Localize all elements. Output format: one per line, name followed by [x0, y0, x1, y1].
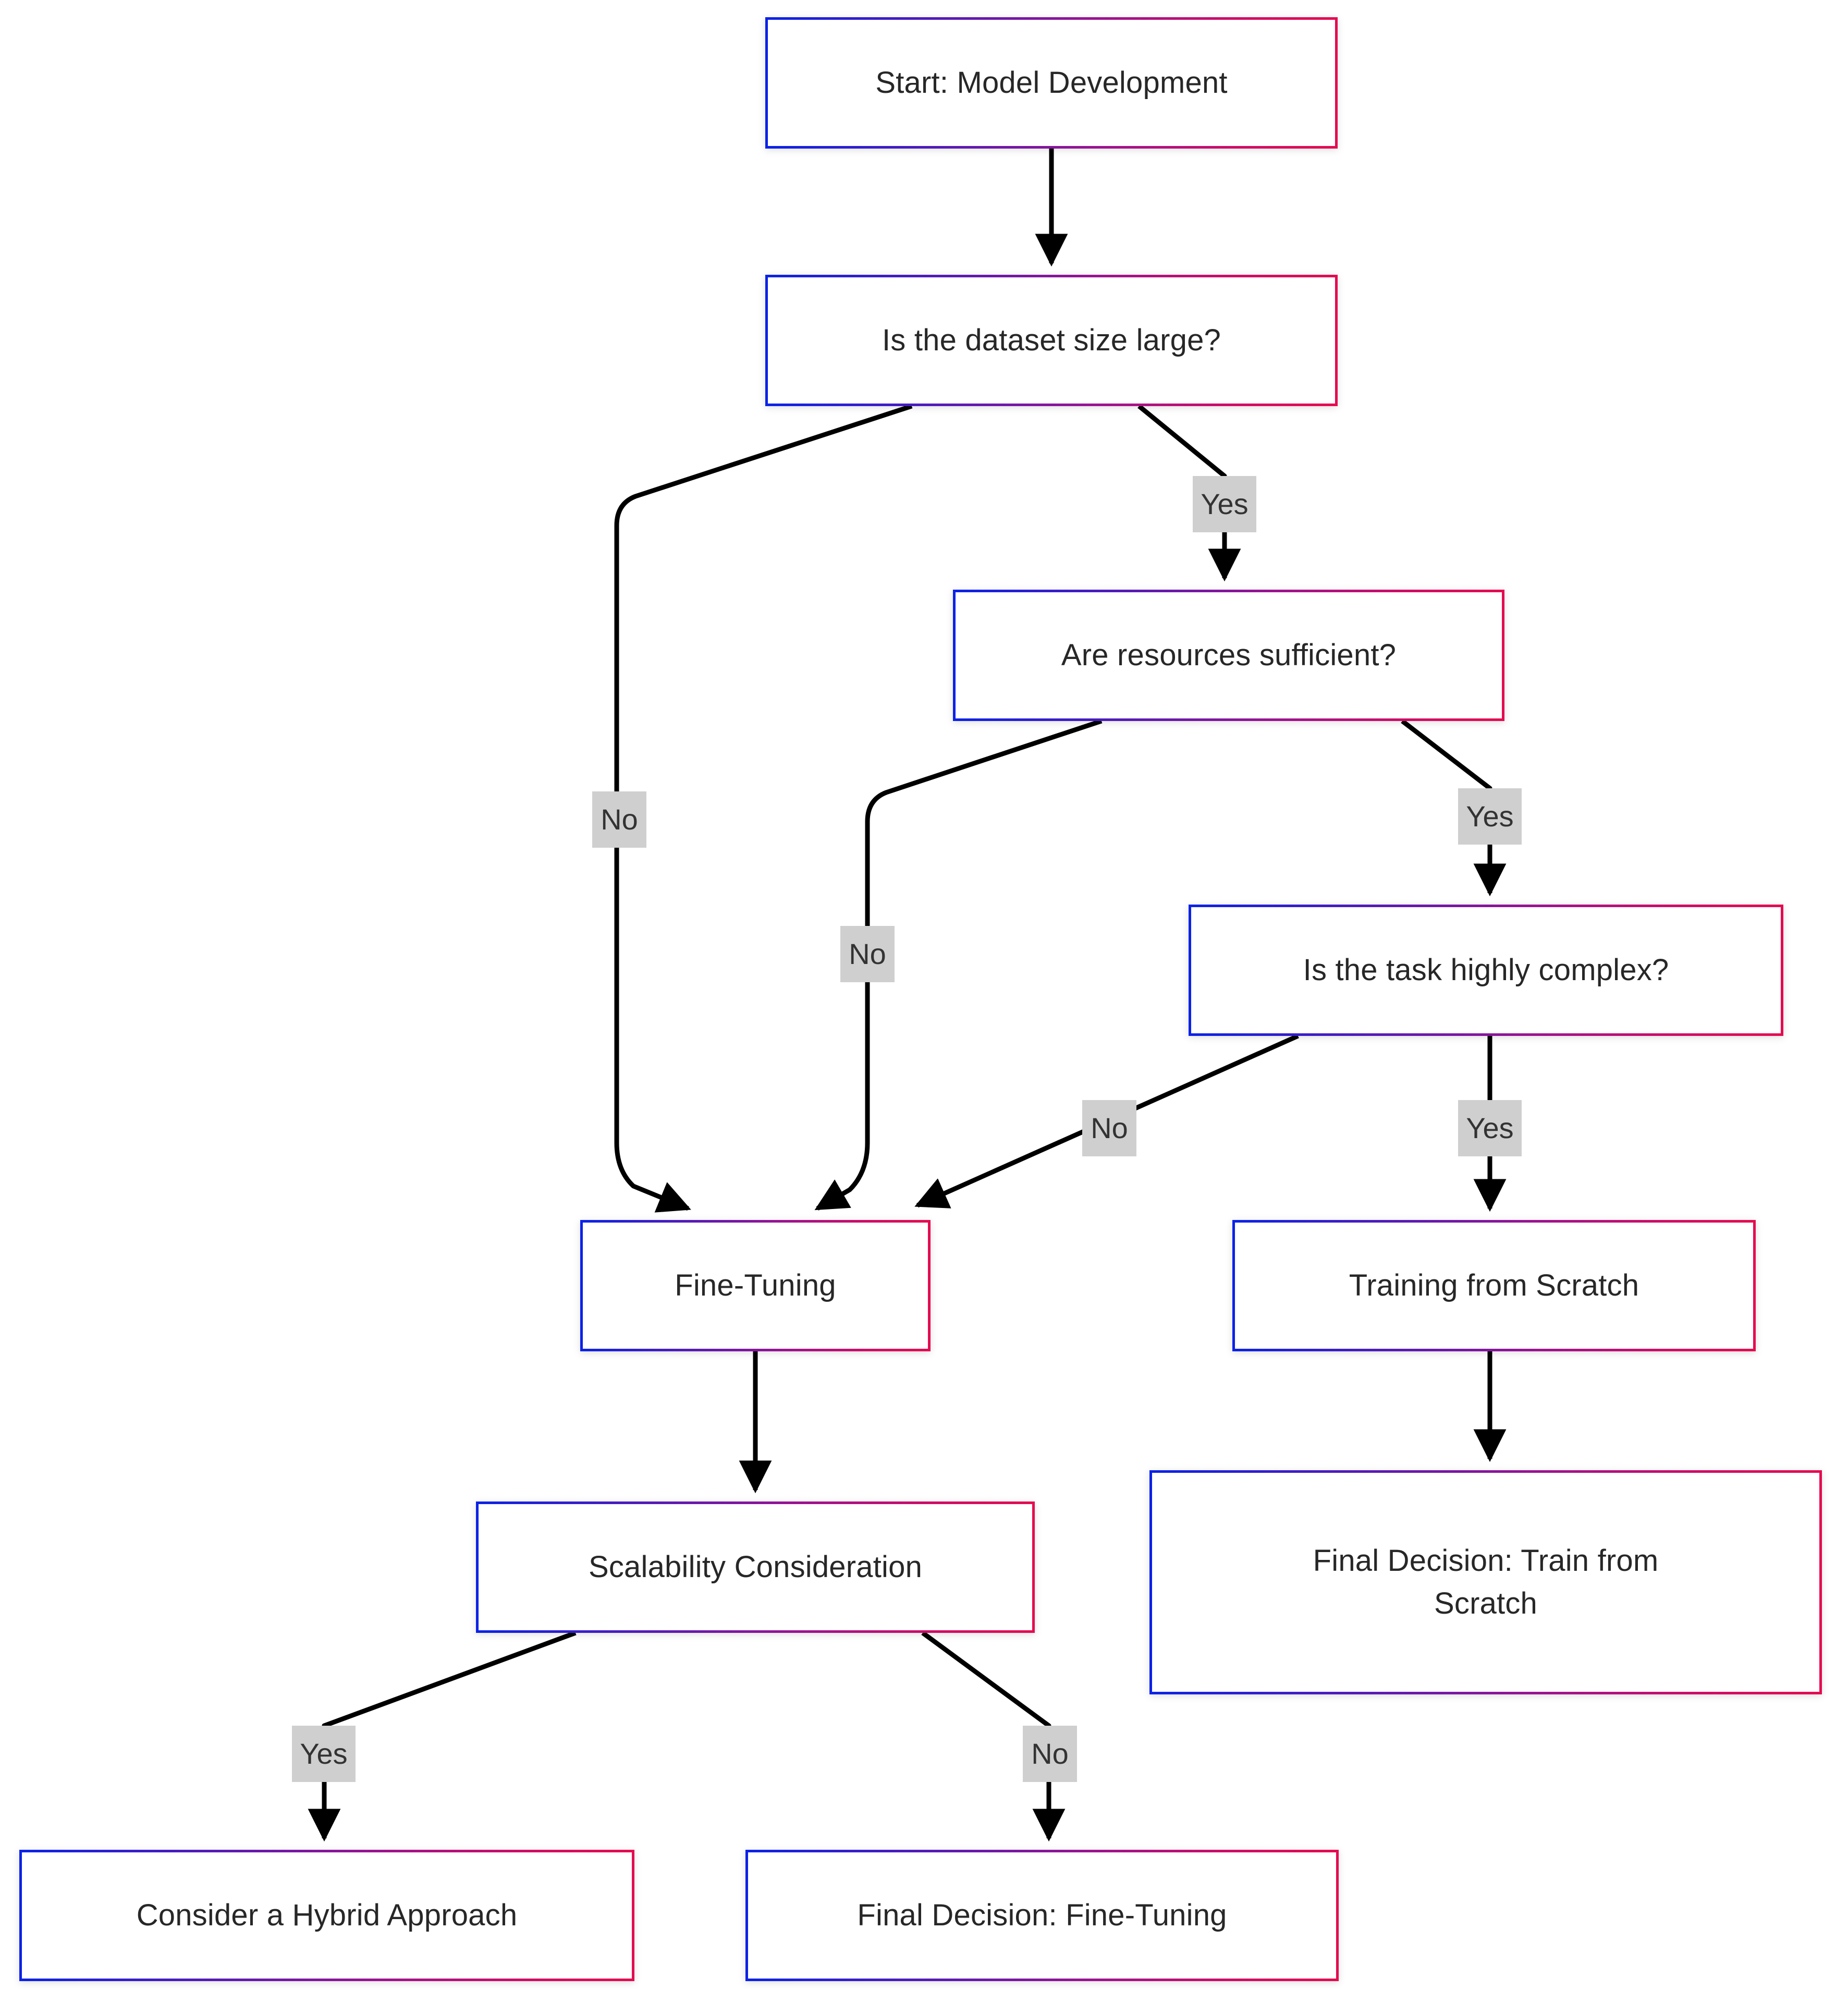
node-fine-tuning-label: Fine-Tuning: [675, 1268, 836, 1302]
node-fine-tuning[interactable]: Fine-Tuning: [580, 1220, 931, 1351]
node-training-from-scratch-label: Training from Scratch: [1349, 1268, 1639, 1302]
edge-label-resources-no: No: [840, 926, 895, 982]
node-are-resources-sufficient[interactable]: Are resources sufficient?: [953, 590, 1504, 721]
edge-label-scalability-no: No: [1023, 1726, 1077, 1782]
node-is-dataset-size-large[interactable]: Is the dataset size large?: [765, 275, 1338, 406]
node-training-from-scratch[interactable]: Training from Scratch: [1232, 1220, 1756, 1351]
node-consider-hybrid-approach[interactable]: Consider a Hybrid Approach: [19, 1850, 634, 1981]
node-start-label: Start: Model Development: [875, 65, 1228, 100]
node-final-decision-fine-tuning-label: Final Decision: Fine-Tuning: [857, 1898, 1227, 1932]
node-scalability-consideration[interactable]: Scalability Consideration: [476, 1502, 1035, 1633]
node-final-decision-train-from-scratch[interactable]: Final Decision: Train from Scratch: [1149, 1470, 1822, 1694]
node-scalability-consideration-label: Scalability Consideration: [588, 1549, 923, 1584]
edge-label-dataset-yes: Yes: [1193, 476, 1256, 532]
edge-scalability-to-hybrid: [308, 1630, 577, 1842]
node-final-decision-train-from-scratch-label: Final Decision: Train from Scratch: [1313, 1543, 1659, 1620]
node-final-decision-fine-tuning[interactable]: Final Decision: Fine-Tuning: [745, 1850, 1339, 1981]
node-is-task-highly-complex-label: Is the task highly complex?: [1303, 953, 1669, 987]
edge-label-complex-no: No: [1082, 1100, 1136, 1156]
node-are-resources-sufficient-label: Are resources sufficient?: [1061, 638, 1397, 672]
flowchart-canvas: Start: Model Development Is the dataset …: [0, 0, 1848, 2002]
edge-label-resources-yes: Yes: [1458, 788, 1522, 845]
node-consider-hybrid-approach-label: Consider a Hybrid Approach: [136, 1898, 518, 1932]
node-is-task-highly-complex[interactable]: Is the task highly complex?: [1189, 905, 1783, 1036]
edge-label-complex-yes: Yes: [1458, 1100, 1522, 1156]
node-is-dataset-size-large-label: Is the dataset size large?: [882, 323, 1221, 357]
edge-label-dataset-no: No: [592, 791, 646, 848]
node-start[interactable]: Start: Model Development: [765, 17, 1338, 149]
edge-label-scalability-yes: Yes: [292, 1726, 356, 1782]
